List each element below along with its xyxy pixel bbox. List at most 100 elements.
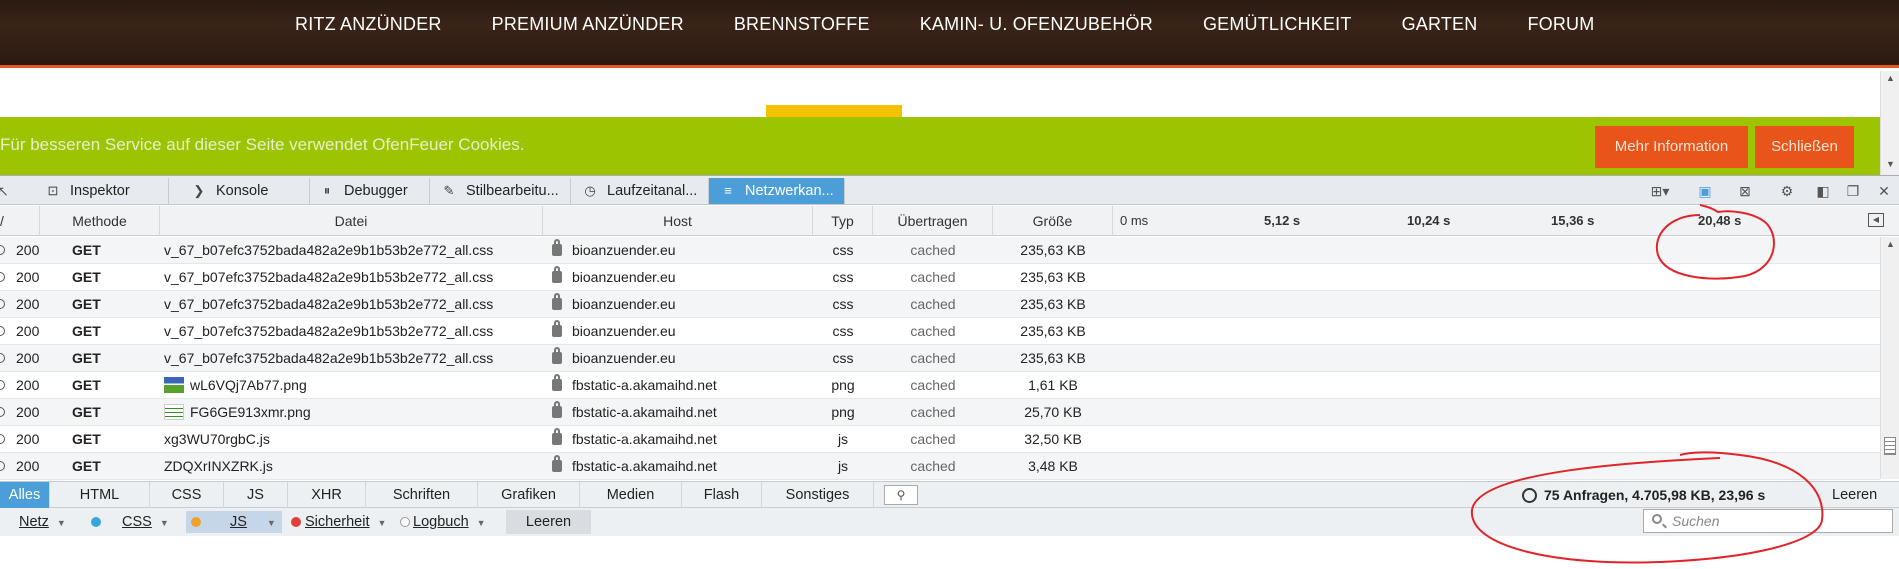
scroll-thumb[interactable]	[1884, 437, 1896, 455]
request-type: css	[832, 296, 854, 312]
tab-network[interactable]: ≡ Netzwerkan...	[709, 178, 845, 204]
file-name-text: ZDQXrINXZRK.js	[164, 458, 273, 474]
status-code: 200	[16, 431, 40, 447]
file-name-text: v_67_b07efc3752bada482a2e9b1b53b2e772_al…	[164, 296, 494, 312]
filter-images[interactable]: Grafiken	[478, 482, 580, 508]
nav-item-ritz-anzuender[interactable]: RITZ ANZÜNDER	[270, 12, 467, 36]
host-column-header[interactable]: Host	[543, 206, 813, 236]
filter-js[interactable]: JS	[224, 482, 288, 508]
image-thumbnail	[164, 377, 184, 393]
request-method: GET	[72, 350, 101, 366]
transferred-column-header[interactable]: Übertragen	[873, 206, 993, 236]
dropdown-arrow-icon[interactable]: ▼	[377, 518, 386, 528]
site-nav: RITZ ANZÜNDER PREMIUM ANZÜNDER BRENNSTOF…	[270, 12, 1619, 36]
filter-fonts[interactable]: Schriften	[366, 482, 478, 508]
nav-item-garten[interactable]: GARTEN	[1377, 12, 1503, 36]
more-info-button[interactable]: Mehr Information	[1595, 126, 1748, 168]
table-row[interactable]: 200 GET v_67_b07efc3752bada482a2e9b1b53b2e…	[0, 291, 1880, 318]
table-row[interactable]: 200 GET v_67_b07efc3752bada482a2e9b1b53b2e…	[0, 237, 1880, 264]
dropdown-arrow-icon[interactable]: ▼	[267, 518, 276, 528]
console-filter-security[interactable]: Sicherheit ▼	[305, 511, 386, 533]
lock-icon	[552, 455, 562, 472]
host-name: bioanzuender.eu	[552, 264, 810, 291]
pick-element-icon[interactable]: ↖	[0, 182, 12, 200]
request-list-scrollbar[interactable]: ▲	[1880, 237, 1899, 479]
size-column-header[interactable]: Größe	[993, 206, 1113, 236]
dropdown-arrow-icon[interactable]: ▼	[57, 518, 66, 528]
filter-other[interactable]: Sonstiges	[762, 482, 874, 508]
search-placeholder: Suchen	[1672, 513, 1720, 529]
tab-inspector[interactable]: ⊡ Inspektor	[34, 178, 169, 204]
page-scrollbar[interactable]: ▲ ▼	[1880, 71, 1899, 175]
clear-requests-button[interactable]: Leeren	[1832, 482, 1877, 508]
nav-item-gemuetlichkeit[interactable]: GEMÜTLICHKEIT	[1178, 12, 1377, 36]
layout-menu-icon[interactable]: ⊞▾	[1646, 182, 1674, 200]
console-filter-css[interactable]: CSS ▼	[122, 511, 169, 533]
status-column-header[interactable]: /	[0, 206, 40, 236]
tab-console[interactable]: ❯ Konsole	[180, 178, 310, 204]
undock-window-icon[interactable]: ❐	[1844, 182, 1862, 200]
filter-css[interactable]: CSS	[150, 482, 224, 508]
filter-media[interactable]: Medien	[580, 482, 682, 508]
settings-gear-icon[interactable]: ⚙	[1778, 182, 1796, 200]
tab-performance[interactable]: ◷ Laufzeitanal...	[571, 178, 709, 204]
scroll-up-icon[interactable]: ▲	[1886, 73, 1895, 83]
toggle-side-panel-icon[interactable]: ◀	[1868, 213, 1884, 227]
host-text: fbstatic-a.akamaihd.net	[572, 458, 717, 474]
console-filter-net[interactable]: Netz ▼	[19, 511, 66, 533]
console-filter-logging[interactable]: Logbuch ▼	[413, 511, 486, 533]
request-method: GET	[72, 404, 101, 420]
close-devtools-icon[interactable]: ✕	[1875, 182, 1893, 200]
table-row[interactable]: 200 GET v_67_b07efc3752bada482a2e9b1b53b2e…	[0, 264, 1880, 291]
file-name-text: wL6VQj7Ab77.png	[190, 377, 307, 393]
console-filter-js[interactable]: JS ▼	[230, 511, 276, 533]
nav-item-kamin-zubehoer[interactable]: KAMIN- U. OFENZUBEHÖR	[895, 12, 1178, 36]
dropdown-arrow-icon[interactable]: ▼	[160, 518, 169, 528]
screenshot-icon[interactable]: ⊠	[1736, 182, 1754, 200]
scroll-up-icon[interactable]: ▲	[1886, 239, 1895, 249]
close-cookie-button[interactable]: Schließen	[1755, 126, 1854, 168]
host-name: fbstatic-a.akamaihd.net	[552, 399, 810, 426]
console-search-input[interactable]: Suchen	[1643, 509, 1893, 533]
tab-style-editor[interactable]: ✎ Stilbearbeitu...	[430, 178, 571, 204]
console-output	[0, 536, 1899, 569]
scroll-down-icon[interactable]: ▼	[1886, 159, 1895, 169]
filter-all[interactable]: Alles	[0, 482, 50, 508]
nav-item-brennstoffe[interactable]: BRENNSTOFFE	[709, 12, 895, 36]
dropdown-arrow-icon[interactable]: ▼	[477, 518, 486, 528]
table-row[interactable]: 200 GET v_67_b07efc3752bada482a2e9b1b53b2e…	[0, 318, 1880, 345]
table-row[interactable]: 200 GET FG6GE913xmr.png fbstatic-a.akamaihd…	[0, 399, 1880, 426]
file-column-header[interactable]: Datei	[160, 206, 543, 236]
host-name: bioanzuender.eu	[552, 237, 810, 264]
console-filter-bar: Netz ▼ CSS ▼ JS ▼ Sicherheit ▼ Logbuch ▼ Leer…	[0, 508, 1899, 536]
table-row[interactable]: 200 GET ZDQXrINXZRK.js fbstatic-a.akamaihd.…	[0, 453, 1880, 480]
clear-console-button[interactable]: Leeren	[506, 510, 591, 534]
request-type: css	[832, 323, 854, 339]
filter-search-icon[interactable]: ⚲	[884, 485, 918, 505]
file-name: v_67_b07efc3752bada482a2e9b1b53b2e772_al…	[164, 318, 540, 345]
type-column-header[interactable]: Typ	[813, 206, 873, 236]
table-row[interactable]: 200 GET xg3WU70rgbC.js fbstatic-a.akamaihd.…	[0, 426, 1880, 453]
host-text: bioanzuender.eu	[572, 350, 676, 366]
console-icon: ❯	[193, 183, 205, 198]
dock-side-icon[interactable]: ◧	[1814, 182, 1832, 200]
host-name: bioanzuender.eu	[552, 291, 810, 318]
filter-flash[interactable]: Flash	[682, 482, 762, 508]
filter-xhr[interactable]: XHR	[288, 482, 366, 508]
tab-label: Inspektor	[70, 183, 130, 199]
file-name-text: xg3WU70rgbC.js	[164, 431, 270, 447]
table-row[interactable]: 200 GET v_67_b07efc3752bada482a2e9b1b53b2e…	[0, 345, 1880, 372]
stopwatch-icon	[1522, 488, 1537, 503]
tab-debugger[interactable]: ⏸ Debugger	[308, 178, 430, 204]
transferred-value: cached	[910, 431, 956, 447]
filter-label: Sicherheit	[305, 514, 370, 530]
nav-item-forum[interactable]: FORUM	[1502, 12, 1619, 36]
host-text: fbstatic-a.akamaihd.net	[572, 377, 717, 393]
devtools-toolbar: ↖ ⊡ Inspektor ❯ Konsole ⏸ Debugger ✎ Stilbea…	[0, 175, 1899, 205]
dock-bottom-icon[interactable]: ▣	[1696, 182, 1714, 200]
summary-text: 75 Anfragen, 4.705,98 KB, 23,96 s	[1544, 487, 1766, 503]
table-row[interactable]: 200 GET wL6VQj7Ab77.png fbstatic-a.akamaihd…	[0, 372, 1880, 399]
method-column-header[interactable]: Methode	[40, 206, 160, 236]
filter-html[interactable]: HTML	[50, 482, 150, 508]
nav-item-premium-anzuender[interactable]: PREMIUM ANZÜNDER	[467, 12, 709, 36]
